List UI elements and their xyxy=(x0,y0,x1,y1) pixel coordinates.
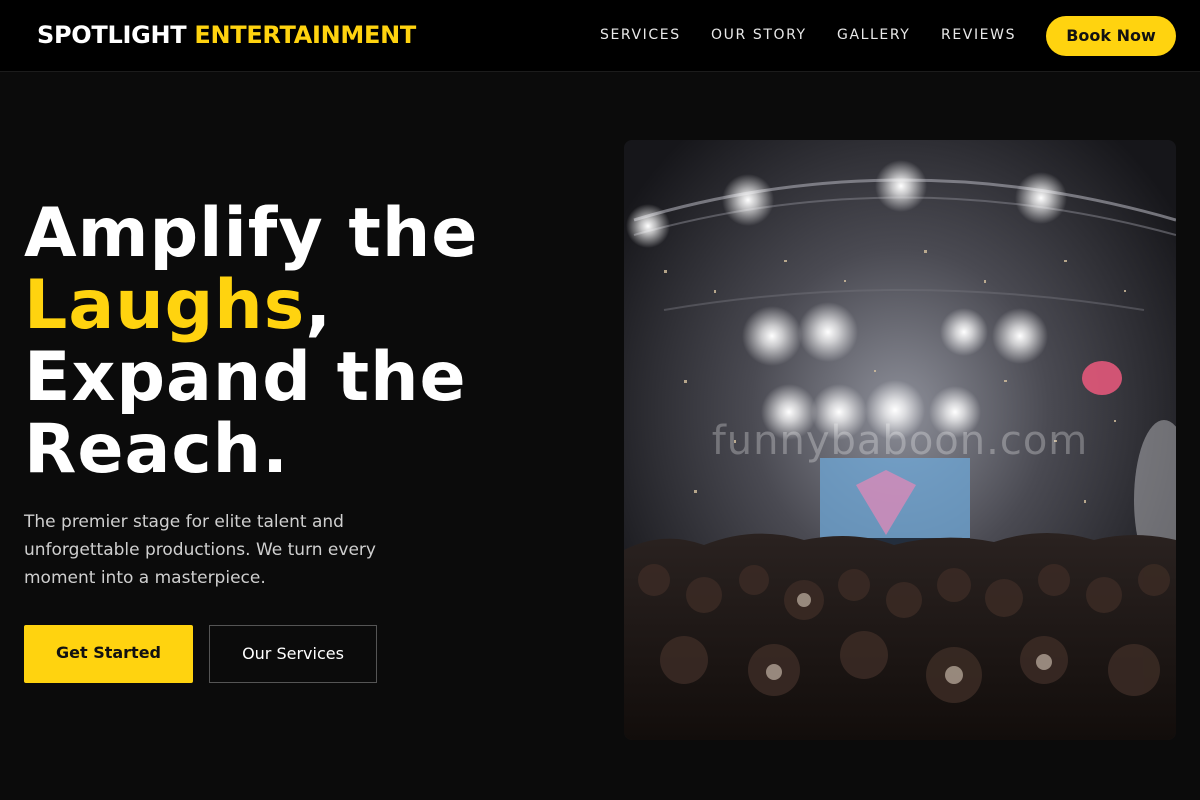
nav-link-our-story[interactable]: OUR STORY xyxy=(711,26,807,44)
book-now-button[interactable]: Book Now xyxy=(1046,16,1176,56)
hero-subtext: The premier stage for elite talent and u… xyxy=(24,512,376,588)
headline-line-4: Reach. xyxy=(24,410,289,489)
image-watermark: funnybaboon.com xyxy=(711,418,1089,464)
our-services-button[interactable]: Our Services xyxy=(209,625,377,683)
headline-highlight: Laughs xyxy=(24,266,306,345)
headline-comma: , xyxy=(305,266,333,345)
headline-line-1: Amplify the xyxy=(24,194,479,273)
nav-link-reviews[interactable]: REVIEWS xyxy=(941,26,1016,44)
hero-headline: Amplify the Laughs, Expand the Reach. xyxy=(24,198,478,486)
concert-crowd-image: funnybaboon.com xyxy=(624,140,1176,740)
brand-name-primary: SPOTLIGHT xyxy=(37,21,187,49)
headline-line-3: Expand the xyxy=(24,338,467,417)
nav-link-services[interactable]: SERVICES xyxy=(600,26,681,44)
site-header: SPOTLIGHT ENTERTAINMENT SERVICES OUR STO… xyxy=(0,0,1200,72)
brand-name-accent: ENTERTAINMENT xyxy=(194,21,416,49)
brand-logo[interactable]: SPOTLIGHT ENTERTAINMENT xyxy=(37,20,416,50)
get-started-button[interactable]: Get Started xyxy=(24,625,193,683)
nav-link-gallery[interactable]: GALLERY xyxy=(837,26,910,44)
